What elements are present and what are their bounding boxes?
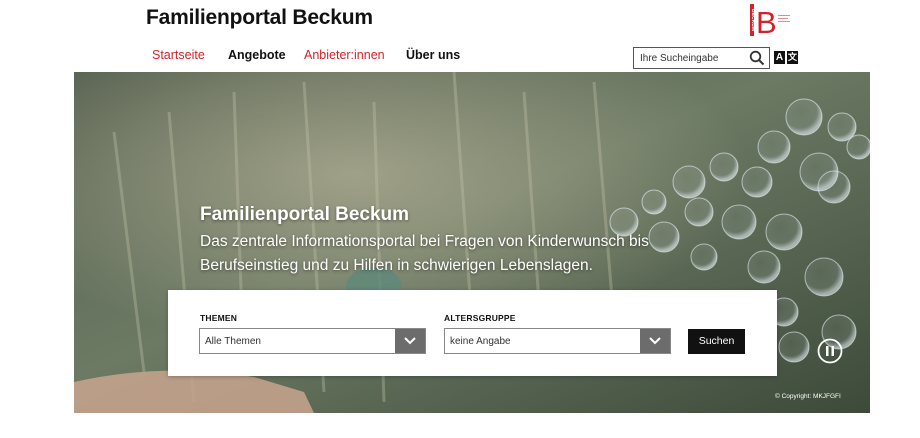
search-icon[interactable] (749, 50, 765, 66)
hero-subtitle: Das zentrale Informationsportal bei Frag… (200, 233, 649, 274)
filter-panel: THEMEN Alle Themen ALTERSGRUPPE keine An… (168, 290, 777, 376)
translate-label-b: 文 (787, 51, 798, 64)
altersgruppe-select-value: keine Angabe (450, 336, 511, 347)
nav-item-ueber-uns[interactable]: Über uns (406, 48, 460, 62)
pause-icon[interactable] (817, 338, 843, 364)
beckum-logo[interactable]: BECKUM B (750, 3, 794, 40)
logo-letter: B (756, 5, 777, 37)
search-input[interactable] (634, 48, 744, 68)
beckum-logo-mark: BECKUM B (750, 4, 790, 40)
search-submit-button[interactable]: Suchen (688, 329, 745, 354)
site-title[interactable]: Familienportal Beckum (146, 6, 373, 30)
altersgruppe-label: ALTERSGRUPPE (444, 313, 516, 323)
translate-icon[interactable]: A 文 (774, 51, 798, 64)
nav-item-angebote[interactable]: Angebote (228, 48, 286, 62)
themen-select[interactable]: Alle Themen (199, 328, 426, 354)
hero-title: Familienportal Beckum (200, 204, 410, 225)
nav-item-startseite[interactable]: Startseite (152, 48, 205, 62)
copyright-notice: © Copyright: MKJFGFI (775, 393, 841, 400)
translate-label-a: A (774, 51, 785, 64)
search-box (633, 47, 770, 69)
chevron-down-icon (640, 329, 670, 353)
altersgruppe-select[interactable]: keine Angabe (444, 328, 671, 354)
themen-select-value: Alle Themen (205, 336, 261, 347)
themen-label: THEMEN (200, 313, 238, 323)
chevron-down-icon (395, 329, 425, 353)
nav-item-anbieterinnen[interactable]: Anbieter:innen (304, 48, 385, 62)
